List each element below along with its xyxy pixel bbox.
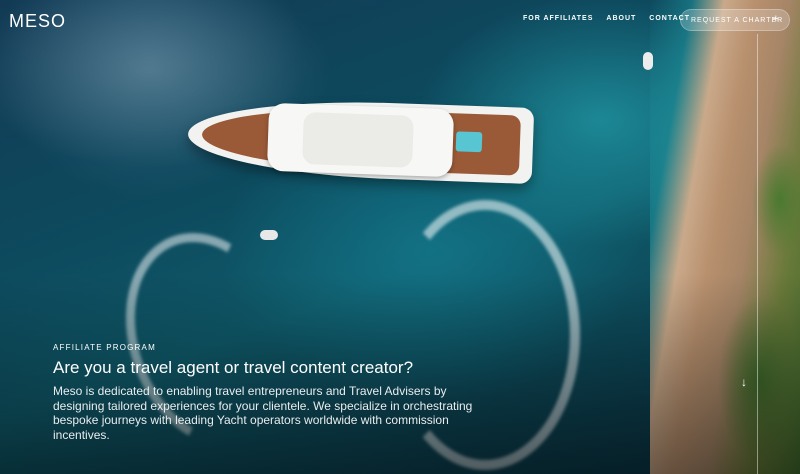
yacht [186, 96, 535, 184]
request-charter-button[interactable]: REQUEST A CHARTER + [680, 9, 790, 31]
hero-headline: Are you a travel agent or travel content… [53, 358, 414, 377]
hero-description: Meso is dedicated to enabling travel ent… [53, 384, 473, 442]
main-nav: FOR AFFILIATES ABOUT CONTACT [523, 15, 703, 22]
nav-about[interactable]: ABOUT [606, 15, 636, 22]
section-eyebrow: AFFILIATE PROGRAM [53, 343, 156, 352]
nav-for-affiliates[interactable]: FOR AFFILIATES [523, 15, 593, 22]
scroll-line [757, 34, 758, 474]
arrow-down-icon[interactable]: ↓ [741, 375, 747, 389]
site-logo[interactable]: MESO [9, 11, 66, 32]
jetski [260, 230, 278, 240]
request-charter-label: REQUEST A CHARTER [691, 16, 784, 24]
plus-icon: + [772, 13, 780, 25]
small-boat [643, 52, 653, 70]
